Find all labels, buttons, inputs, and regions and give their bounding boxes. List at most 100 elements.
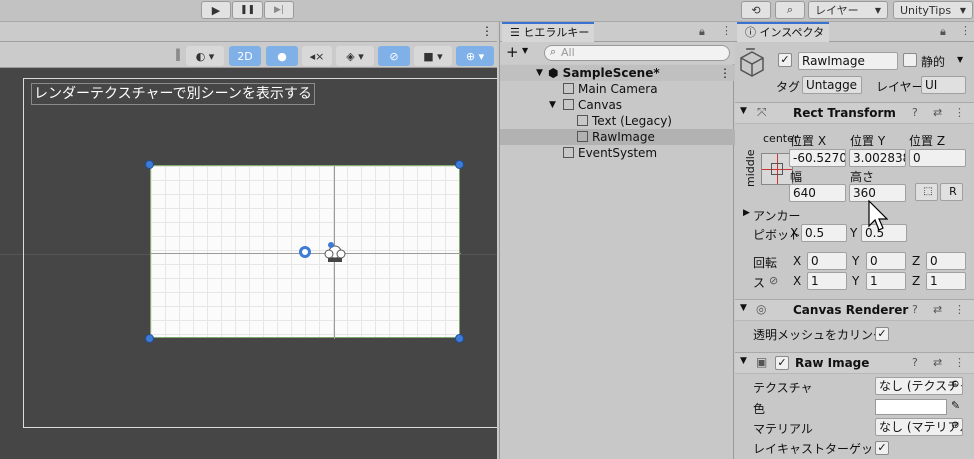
pause-button[interactable]: ❚❚ xyxy=(232,1,263,19)
raw-image-header[interactable]: ▼ ▣ ✓ Raw Image ? ⇄ ⋮ xyxy=(735,352,974,374)
link-scale-icon[interactable]: ⊘ xyxy=(769,274,778,287)
component-menu-icon[interactable]: ⋮ xyxy=(954,356,965,369)
layer-dropdown[interactable]: UI xyxy=(921,76,966,94)
object-picker-icon[interactable]: ⊙ xyxy=(951,420,959,431)
hierarchy-item-rawimage[interactable]: RawImage xyxy=(500,129,735,145)
rect-transform-header[interactable]: ▼ ⤧ Rect Transform ? ⇄ ⋮ xyxy=(735,102,974,124)
static-label: 静的 xyxy=(921,55,946,69)
rot-z-field[interactable]: 0 xyxy=(926,252,966,270)
play-button[interactable]: ▶ xyxy=(201,1,231,19)
raw-image-title: Raw Image xyxy=(795,356,870,370)
raw-edit-button[interactable]: R xyxy=(940,183,963,201)
component-menu-icon[interactable]: ⋮ xyxy=(954,303,965,316)
canvas-renderer-header[interactable]: ▼ ◎ Canvas Renderer ? ⇄ ⋮ xyxy=(735,299,974,321)
tag-dropdown[interactable]: Untagge xyxy=(802,76,862,94)
hierarchy-item-label: SampleScene* xyxy=(562,66,660,80)
audio-toggle[interactable]: ◂× xyxy=(302,46,332,66)
raw-image-rect[interactable] xyxy=(150,165,461,339)
cull-transparent-checkbox[interactable]: ✓ xyxy=(875,327,889,341)
pivot-x-field[interactable]: 0.5 xyxy=(801,224,847,242)
tab-hierarchy[interactable]: ☰ ヒエラルキー xyxy=(502,22,594,42)
object-name-field[interactable]: RawImage xyxy=(798,52,898,70)
pos-y-field[interactable]: 3.002838 xyxy=(849,149,906,167)
resize-handle-br[interactable] xyxy=(455,334,464,343)
pos-z-field[interactable]: 0 xyxy=(909,149,966,167)
rot-y-field[interactable]: 0 xyxy=(866,252,906,270)
material-object-field[interactable]: なし (マテリアル xyxy=(875,418,963,436)
static-checkbox[interactable] xyxy=(903,53,917,67)
inspector-menu-icon[interactable]: ⋮ xyxy=(960,24,971,37)
preset-icon[interactable]: ⇄ xyxy=(933,356,942,369)
scene-menu-icon[interactable]: ⋮ xyxy=(481,24,493,38)
lighting-toggle[interactable]: ● xyxy=(266,46,298,66)
active-checkbox[interactable]: ✓ xyxy=(778,53,792,67)
help-icon[interactable]: ? xyxy=(912,106,918,119)
resize-handle-bl[interactable] xyxy=(145,334,154,343)
pos-y-label: 位置 Y xyxy=(850,134,886,148)
history-button[interactable]: ⟲ xyxy=(741,1,771,19)
expand-arrow-icon[interactable]: ▼ xyxy=(740,106,747,116)
tab-inspector[interactable]: ⓘ インスペクター xyxy=(737,22,829,56)
help-icon[interactable]: ? xyxy=(912,303,918,316)
scene-menu-icon[interactable]: ⋮ xyxy=(719,65,731,81)
gizmos-dropdown[interactable]: ⊕ ▾ xyxy=(456,46,494,66)
expand-arrow-icon[interactable]: ▶ xyxy=(743,208,750,218)
texture-object-field[interactable]: なし (テクスチャ xyxy=(875,377,963,395)
layers-dropdown[interactable]: レイヤー ▼ xyxy=(808,1,888,19)
resize-handle-tl[interactable] xyxy=(145,160,154,169)
pivot-handle[interactable] xyxy=(299,246,311,258)
pos-x-field[interactable]: -60.5270 xyxy=(789,149,846,167)
help-icon[interactable]: ? xyxy=(912,356,918,369)
blueprint-mode-button[interactable]: ⬚ xyxy=(915,183,938,201)
gameobject-icon xyxy=(563,99,574,110)
scene-viewport[interactable]: レンダーテクスチャーで別シーンを表示する xyxy=(0,68,497,459)
preset-icon[interactable]: ⇄ xyxy=(933,106,942,119)
hierarchy-search-input[interactable]: All xyxy=(544,45,730,61)
lock-icon[interactable]: 🔒︎ xyxy=(940,25,946,39)
add-icon[interactable]: + xyxy=(506,43,519,61)
rot-y-label: Y xyxy=(852,254,860,268)
resize-handle-tr[interactable] xyxy=(455,160,464,169)
hierarchy-tab-bar: ☰ ヒエラルキー 🔒︎ ⋮ xyxy=(500,22,735,42)
anchor-flower-icon[interactable] xyxy=(321,240,349,264)
pivot-x-label: X xyxy=(790,226,799,240)
expand-arrow-icon[interactable]: ▼ xyxy=(536,65,543,81)
expand-arrow-icon[interactable]: ▼ xyxy=(740,356,747,366)
preset-icon[interactable]: ⇄ xyxy=(933,303,942,316)
chevron-down-icon[interactable]: ▼ xyxy=(522,46,528,55)
light-bulb-icon: ● xyxy=(277,49,287,63)
anchors-label[interactable]: アンカー xyxy=(753,207,801,224)
hierarchy-item-main-camera[interactable]: Main Camera xyxy=(500,81,735,97)
rect-transform-title: Rect Transform xyxy=(793,106,896,120)
hierarchy-item-text-legacy[interactable]: Text (Legacy) xyxy=(500,113,735,129)
camera-dropdown[interactable]: ■ ▾ xyxy=(414,46,452,66)
step-button[interactable]: ▶| xyxy=(264,1,294,19)
eyedropper-icon[interactable]: ✎ xyxy=(951,399,960,412)
search-button[interactable]: ⌕ xyxy=(775,1,805,19)
expand-arrow-icon[interactable]: ▼ xyxy=(740,303,747,313)
layout-dropdown[interactable]: UnityTips ▼ xyxy=(893,1,973,19)
cull-transparent-label: 透明メッシュをカリング xyxy=(753,328,886,342)
scale-y-field[interactable]: 1 xyxy=(866,272,906,290)
rot-x-field[interactable]: 0 xyxy=(807,252,847,270)
chevron-down-icon[interactable]: ▼ xyxy=(957,55,963,64)
scale-x-field[interactable]: 1 xyxy=(807,272,847,290)
object-picker-icon[interactable]: ⊙ xyxy=(951,379,959,390)
hierarchy-item-eventsystem[interactable]: EventSystem xyxy=(500,145,735,161)
hierarchy-item-canvas[interactable]: ▼ Canvas xyxy=(500,97,735,113)
lock-icon[interactable]: 🔒︎ xyxy=(699,25,705,39)
width-field[interactable]: 640 xyxy=(789,184,846,202)
component-menu-icon[interactable]: ⋮ xyxy=(954,106,965,119)
effects-dropdown[interactable]: ◈ ▾ xyxy=(336,46,374,66)
scale-z-field[interactable]: 1 xyxy=(926,272,966,290)
hidden-objects-toggle[interactable]: ⊘ xyxy=(378,46,410,66)
hierarchy-item-samplescene[interactable]: ▼ ⬢ SampleScene* ⋮ xyxy=(500,65,735,81)
color-swatch[interactable] xyxy=(875,399,947,415)
mode-2d-toggle[interactable]: 2D xyxy=(229,46,261,66)
rotation-label: 回転 xyxy=(753,256,778,270)
hierarchy-menu-icon[interactable]: ⋮ xyxy=(721,24,732,37)
raw-image-enabled-checkbox[interactable]: ✓ xyxy=(775,356,789,370)
expand-arrow-icon[interactable]: ▼ xyxy=(549,97,556,113)
raycast-target-checkbox[interactable]: ✓ xyxy=(875,441,889,455)
draw-mode-dropdown[interactable]: ◐ ▾ xyxy=(186,46,224,66)
